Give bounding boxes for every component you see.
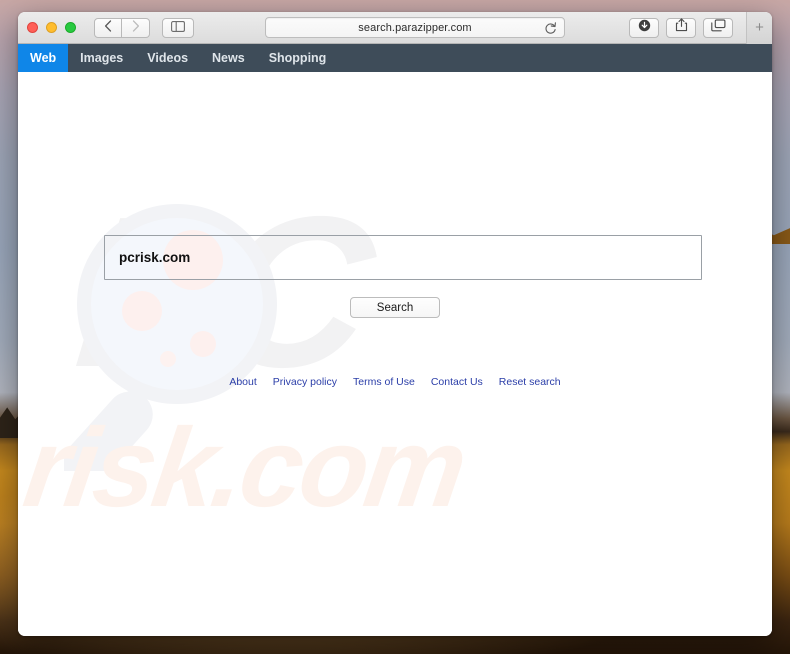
- address-bar-url: search.parazipper.com: [358, 21, 472, 34]
- share-icon: [675, 18, 688, 37]
- back-button[interactable]: [94, 17, 122, 38]
- chevron-left-icon: [104, 19, 112, 37]
- toolbar-right-buttons: +: [629, 12, 772, 44]
- nav-item-images[interactable]: Images: [68, 44, 135, 72]
- search-input[interactable]: [104, 235, 702, 280]
- pcrisk-logo-watermark-top: PC: [67, 171, 376, 412]
- search-button[interactable]: Search: [350, 297, 440, 318]
- site-navigation-bar: Web Images Videos News Shopping: [18, 44, 772, 72]
- close-window-button[interactable]: [27, 22, 38, 33]
- browser-window: search.parazipper.com + Web Images Video…: [18, 12, 772, 636]
- nav-item-web[interactable]: Web: [18, 44, 69, 72]
- address-bar[interactable]: search.parazipper.com: [265, 17, 565, 38]
- footer-link-reset-search[interactable]: Reset search: [499, 376, 561, 388]
- browser-toolbar: search.parazipper.com +: [18, 12, 772, 44]
- downloads-icon: [638, 19, 651, 37]
- minimize-window-button[interactable]: [46, 22, 57, 33]
- nav-item-news[interactable]: News: [200, 44, 257, 72]
- nav-item-shopping[interactable]: Shopping: [257, 44, 339, 72]
- zoom-window-button[interactable]: [65, 22, 76, 33]
- tabs-overview-icon: [710, 18, 726, 37]
- window-traffic-lights: [27, 22, 76, 33]
- footer-link-contact-us[interactable]: Contact Us: [431, 376, 483, 388]
- sidebar-toggle-button[interactable]: [162, 17, 194, 38]
- sidebar-toggle-icon: [171, 19, 185, 37]
- desktop-wallpaper: search.parazipper.com + Web Images Video…: [0, 0, 790, 654]
- tabs-overview-button[interactable]: [703, 17, 733, 38]
- footer-link-about[interactable]: About: [229, 376, 256, 388]
- navigation-buttons: [94, 17, 150, 38]
- downloads-button[interactable]: [629, 17, 659, 38]
- footer-link-privacy-policy[interactable]: Privacy policy: [273, 376, 337, 388]
- share-button[interactable]: [666, 17, 696, 38]
- footer-link-terms-of-use[interactable]: Terms of Use: [353, 376, 415, 388]
- footer-links: About Privacy policy Terms of Use Contac…: [18, 376, 772, 388]
- chevron-right-icon: [132, 19, 140, 37]
- nav-item-videos[interactable]: Videos: [135, 44, 200, 72]
- forward-button[interactable]: [122, 17, 150, 38]
- reload-icon[interactable]: [544, 21, 557, 40]
- new-tab-button[interactable]: +: [746, 12, 772, 44]
- pcrisk-logo-watermark-bottom: risk.com: [18, 405, 472, 530]
- search-page-content: PC risk.com pcrisk.com Search About Priv…: [18, 72, 772, 636]
